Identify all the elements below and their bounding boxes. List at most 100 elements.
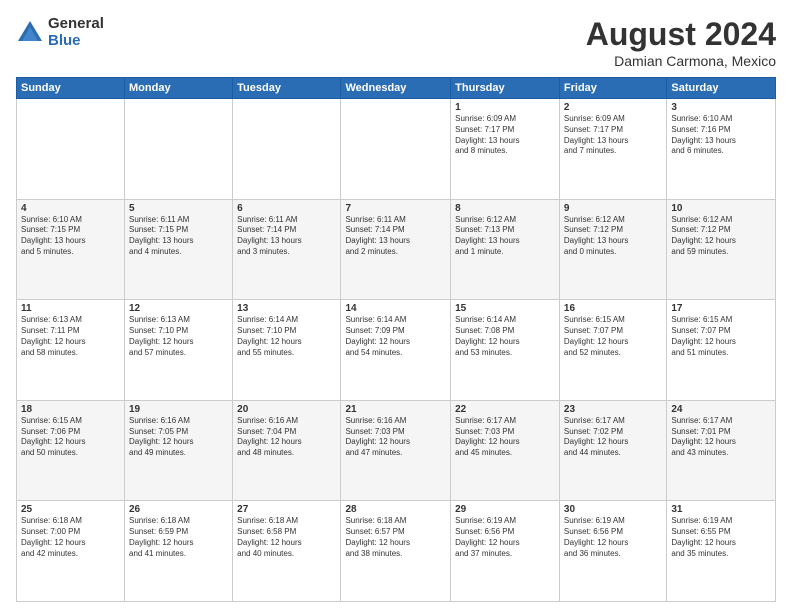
day-number: 6 (237, 203, 336, 214)
day-number: 29 (455, 504, 555, 515)
day-number: 20 (237, 404, 336, 415)
cell-content: Sunrise: 6:12 AM (671, 215, 771, 226)
cell-content: Daylight: 12 hours (671, 236, 771, 247)
day-number: 31 (671, 504, 771, 515)
cell-content: and 4 minutes. (129, 247, 228, 258)
cell-content: and 59 minutes. (671, 247, 771, 258)
cell-content: Sunrise: 6:16 AM (129, 416, 228, 427)
week-row-0: 1Sunrise: 6:09 AMSunset: 7:17 PMDaylight… (17, 99, 776, 200)
cell-content: Sunset: 7:13 PM (455, 225, 555, 236)
cell-content: Daylight: 12 hours (455, 437, 555, 448)
cell-content: Sunrise: 6:15 AM (21, 416, 120, 427)
cell-content: Sunset: 7:06 PM (21, 427, 120, 438)
cell-content: Sunset: 7:03 PM (345, 427, 446, 438)
cell-content: Daylight: 12 hours (21, 337, 120, 348)
cell-content: and 49 minutes. (129, 448, 228, 459)
cell-content: and 35 minutes. (671, 549, 771, 560)
calendar-cell (233, 99, 341, 200)
week-row-3: 18Sunrise: 6:15 AMSunset: 7:06 PMDayligh… (17, 400, 776, 501)
cell-content: Daylight: 12 hours (564, 337, 662, 348)
calendar-cell: 10Sunrise: 6:12 AMSunset: 7:12 PMDayligh… (667, 199, 776, 300)
calendar-cell: 11Sunrise: 6:13 AMSunset: 7:11 PMDayligh… (17, 300, 125, 401)
week-row-2: 11Sunrise: 6:13 AMSunset: 7:11 PMDayligh… (17, 300, 776, 401)
cell-content: Daylight: 12 hours (564, 538, 662, 549)
cell-content: Sunrise: 6:17 AM (671, 416, 771, 427)
calendar-cell: 4Sunrise: 6:10 AMSunset: 7:15 PMDaylight… (17, 199, 125, 300)
header: General Blue August 2024 Damian Carmona,… (16, 16, 776, 69)
cell-content: Sunset: 7:14 PM (345, 225, 446, 236)
cell-content: Sunrise: 6:11 AM (129, 215, 228, 226)
calendar-cell (341, 99, 451, 200)
cell-content: Sunset: 7:15 PM (21, 225, 120, 236)
calendar-cell: 2Sunrise: 6:09 AMSunset: 7:17 PMDaylight… (559, 99, 666, 200)
calendar-cell: 9Sunrise: 6:12 AMSunset: 7:12 PMDaylight… (559, 199, 666, 300)
cell-content: and 48 minutes. (237, 448, 336, 459)
day-number: 15 (455, 303, 555, 314)
cell-content: Daylight: 12 hours (237, 538, 336, 549)
day-number: 8 (455, 203, 555, 214)
cell-content: Sunrise: 6:09 AM (455, 114, 555, 125)
cell-content: Daylight: 12 hours (671, 437, 771, 448)
cell-content: Sunrise: 6:10 AM (21, 215, 120, 226)
cell-content: and 38 minutes. (345, 549, 446, 560)
cell-content: Daylight: 12 hours (21, 538, 120, 549)
cell-content: Daylight: 13 hours (345, 236, 446, 247)
logo: General Blue (16, 16, 104, 49)
calendar-cell: 18Sunrise: 6:15 AMSunset: 7:06 PMDayligh… (17, 400, 125, 501)
cell-content: Sunset: 7:01 PM (671, 427, 771, 438)
cell-content: and 6 minutes. (671, 146, 771, 157)
calendar-cell: 25Sunrise: 6:18 AMSunset: 7:00 PMDayligh… (17, 501, 125, 602)
calendar-header: SundayMondayTuesdayWednesdayThursdayFrid… (17, 78, 776, 99)
cell-content: Daylight: 13 hours (455, 136, 555, 147)
cell-content: Sunrise: 6:12 AM (564, 215, 662, 226)
day-number: 26 (129, 504, 228, 515)
cell-content: and 7 minutes. (564, 146, 662, 157)
cell-content: Daylight: 12 hours (129, 437, 228, 448)
calendar-cell: 12Sunrise: 6:13 AMSunset: 7:10 PMDayligh… (125, 300, 233, 401)
cell-content: and 5 minutes. (21, 247, 120, 258)
cell-content: Sunrise: 6:17 AM (564, 416, 662, 427)
cell-content: Sunrise: 6:15 AM (671, 315, 771, 326)
cell-content: Sunrise: 6:16 AM (237, 416, 336, 427)
cell-content: Sunset: 6:59 PM (129, 527, 228, 538)
cell-content: and 1 minute. (455, 247, 555, 258)
calendar-table: SundayMondayTuesdayWednesdayThursdayFrid… (16, 77, 776, 602)
calendar: SundayMondayTuesdayWednesdayThursdayFrid… (16, 77, 776, 602)
calendar-body: 1Sunrise: 6:09 AMSunset: 7:17 PMDaylight… (17, 99, 776, 602)
calendar-cell: 1Sunrise: 6:09 AMSunset: 7:17 PMDaylight… (451, 99, 560, 200)
cell-content: and 3 minutes. (237, 247, 336, 258)
cell-content: Sunrise: 6:19 AM (671, 516, 771, 527)
day-number: 16 (564, 303, 662, 314)
cell-content: Daylight: 12 hours (455, 538, 555, 549)
header-day-wednesday: Wednesday (341, 78, 451, 99)
cell-content: Sunrise: 6:12 AM (455, 215, 555, 226)
cell-content: Daylight: 13 hours (21, 236, 120, 247)
logo-blue: Blue (48, 33, 104, 50)
week-row-4: 25Sunrise: 6:18 AMSunset: 7:00 PMDayligh… (17, 501, 776, 602)
cell-content: Sunrise: 6:11 AM (237, 215, 336, 226)
header-day-friday: Friday (559, 78, 666, 99)
calendar-cell: 8Sunrise: 6:12 AMSunset: 7:13 PMDaylight… (451, 199, 560, 300)
cell-content: Sunset: 7:07 PM (671, 326, 771, 337)
cell-content: and 45 minutes. (455, 448, 555, 459)
day-number: 10 (671, 203, 771, 214)
cell-content: Sunset: 7:16 PM (671, 125, 771, 136)
calendar-cell: 31Sunrise: 6:19 AMSunset: 6:55 PMDayligh… (667, 501, 776, 602)
calendar-cell: 21Sunrise: 6:16 AMSunset: 7:03 PMDayligh… (341, 400, 451, 501)
day-number: 30 (564, 504, 662, 515)
cell-content: Sunset: 6:56 PM (455, 527, 555, 538)
cell-content: Sunrise: 6:09 AM (564, 114, 662, 125)
calendar-cell: 6Sunrise: 6:11 AMSunset: 7:14 PMDaylight… (233, 199, 341, 300)
day-number: 19 (129, 404, 228, 415)
day-number: 11 (21, 303, 120, 314)
cell-content: Daylight: 13 hours (237, 236, 336, 247)
cell-content: Daylight: 12 hours (237, 437, 336, 448)
cell-content: Sunset: 7:11 PM (21, 326, 120, 337)
cell-content: Daylight: 13 hours (564, 136, 662, 147)
day-number: 22 (455, 404, 555, 415)
cell-content: Sunrise: 6:18 AM (21, 516, 120, 527)
cell-content: and 52 minutes. (564, 348, 662, 359)
cell-content: and 57 minutes. (129, 348, 228, 359)
cell-content: Sunset: 6:55 PM (671, 527, 771, 538)
cell-content: and 36 minutes. (564, 549, 662, 560)
